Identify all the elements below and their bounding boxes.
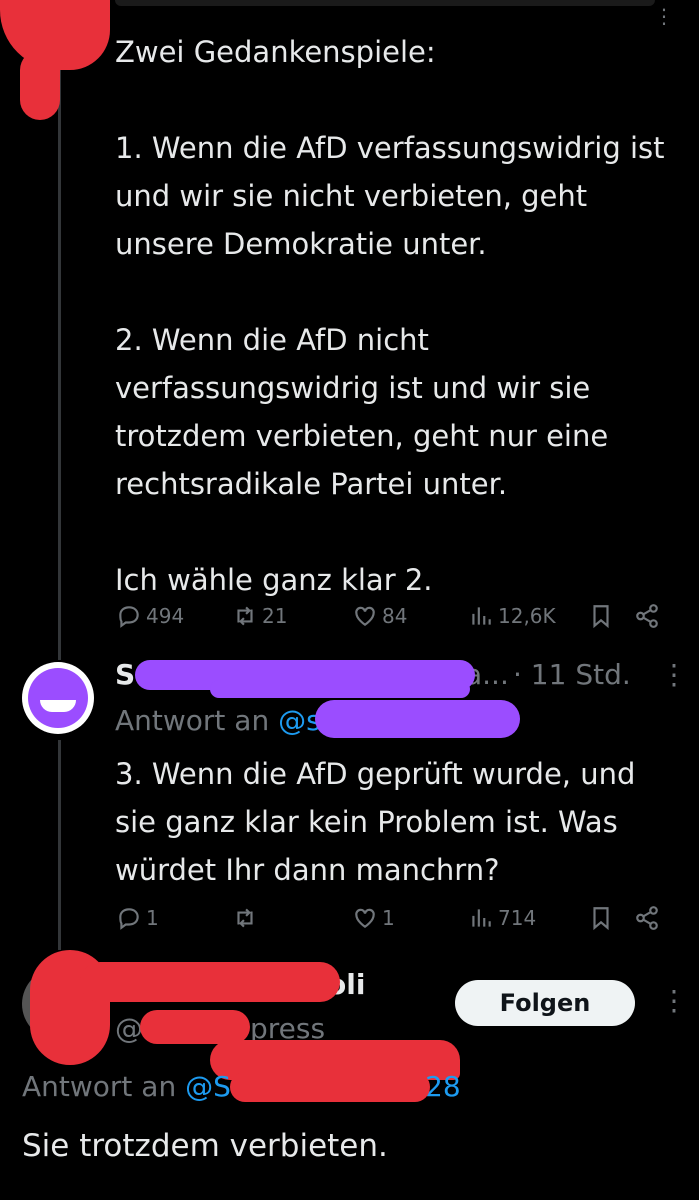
views-button[interactable]: 714 [468,898,536,938]
share-icon [636,906,658,930]
redaction-mark [80,962,340,1002]
repost-button[interactable] [232,898,262,938]
tweet-text: Sie trotzdem verbieten. [22,1128,388,1164]
bookmark-button[interactable] [588,898,614,938]
reply-button[interactable]: 494 [116,596,184,636]
views-icon [472,909,491,927]
repost-icon [237,606,253,626]
redaction-mark [140,1010,250,1044]
bookmark-icon [593,907,609,931]
reply-to-handle[interactable]: @S [185,1070,231,1103]
like-button[interactable]: 84 [352,596,407,636]
more-icon[interactable]: ⋮ [660,661,688,689]
bookmark-icon [593,605,609,629]
thread-line-top [58,60,61,660]
views-icon [472,607,491,625]
reply-to-label: Antwort an [115,704,270,737]
tweet-actions: 494 21 84 12,6K [112,596,672,636]
avatar[interactable] [22,662,94,734]
tweet-actions: 1 1 714 [112,898,672,938]
reply-to-label: Antwort an [22,1070,177,1103]
reply-to-handle-end[interactable]: 28 [425,1070,461,1103]
display-name[interactable]: S [115,658,135,691]
reply-icon [119,606,139,628]
reply-to: Antwort an @S [22,1070,231,1103]
follow-button[interactable]: Folgen [455,980,635,1026]
more-icon[interactable]: ⋮ [654,4,674,28]
bookmark-button[interactable] [588,596,614,636]
share-button[interactable] [634,898,660,938]
like-icon [355,908,375,928]
handle[interactable]: @ [115,1012,143,1045]
like-icon [355,606,375,626]
more-icon[interactable]: ⋮ [660,987,688,1015]
timestamp[interactable]: · 11 Std. [513,658,631,691]
tweet-text: 3. Wenn die AfD geprüft wurde, und sie g… [115,757,645,887]
redaction-mark [20,50,60,120]
reply-to: Antwort an @s [115,704,321,737]
repost-icon [237,908,253,928]
share-button[interactable] [634,596,660,636]
redaction-mark [230,1072,430,1102]
tweet-header-cut [115,0,655,12]
redaction-mark [315,700,520,738]
like-button[interactable]: 1 [352,898,395,938]
views-button[interactable]: 12,6K [468,596,556,636]
redaction-mark [210,680,470,698]
repost-button[interactable]: 21 [232,596,287,636]
tweet-text: Zwei Gedankenspiele: 1. Wenn die AfD ver… [115,35,665,597]
reply-button[interactable]: 1 [116,898,159,938]
reply-icon [119,908,139,930]
thread-line-mid [58,740,61,950]
share-icon [636,604,658,628]
